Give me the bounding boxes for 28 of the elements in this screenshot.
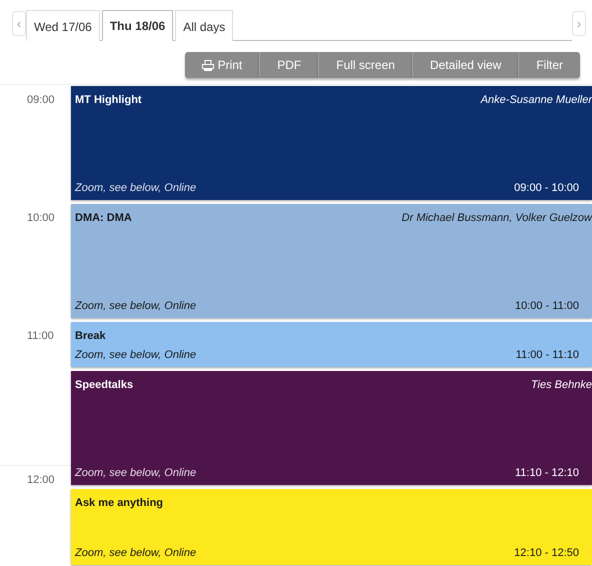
event-time: 10:00 - 11:00: [514, 298, 580, 314]
event-block[interactable]: Ask me anything Zoom, see below, Online 12:10 - 12:50: [71, 489, 592, 565]
event-location: Zoom, see below, Online: [75, 546, 196, 560]
event-location: Zoom, see below, Online: [75, 348, 196, 362]
day-tab[interactable]: All days: [175, 10, 234, 41]
event-time: 11:00 - 11:10: [516, 348, 580, 362]
event-title: Break: [75, 329, 106, 344]
hour-label: 11:00: [26, 329, 55, 344]
hour-label: 09:00: [26, 93, 56, 108]
event-location: Zoom, see below, Online: [75, 466, 196, 480]
event-time: 09:00 - 10:00: [514, 180, 580, 196]
event-title: DMA: DMA: [75, 211, 132, 226]
event-block[interactable]: MT Highlight Anke-Susanne Mueller Zoom, see below, Online 09:00 - 10:00: [71, 86, 592, 200]
event-location: Zoom, see below, Online: [75, 298, 196, 314]
printer-icon: [202, 60, 214, 70]
day-tab[interactable]: Wed 17/06: [26, 10, 100, 41]
event-time: 11:10 - 12:10: [514, 466, 580, 480]
event-block[interactable]: Break Zoom, see below, Online 11:00 - 11:10: [71, 322, 592, 367]
event-title: Speedtalks: [75, 378, 134, 393]
event-title: Ask me anything: [75, 496, 164, 511]
event-block[interactable]: Speedtalks Ties Behnke Zoom, see below, Online 11:10 - 12:10: [71, 371, 592, 485]
event-title: MT Highlight: [75, 93, 142, 108]
event-speaker: Ties Behnke: [530, 378, 592, 393]
hour-label: 10:00: [26, 211, 56, 226]
event-speaker: Anke-Susanne Mueller: [480, 93, 592, 108]
event-location: Zoom, see below, Online: [75, 180, 196, 196]
day-tab[interactable]: Thu 18/06: [102, 10, 174, 41]
event-time: 12:10 - 12:50: [514, 546, 580, 560]
